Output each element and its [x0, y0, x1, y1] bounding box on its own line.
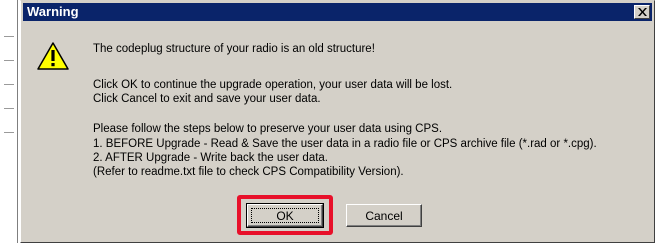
warning-triangle-icon [37, 42, 69, 70]
ok-button[interactable]: OK [246, 203, 324, 228]
background-line [4, 108, 14, 109]
message-line: 2. AFTER Upgrade - Write back the user d… [93, 152, 329, 164]
background-line [4, 84, 14, 85]
cancel-button[interactable]: Cancel [346, 204, 422, 227]
cancel-button-label: Cancel [365, 208, 403, 223]
message-line: The codeplug structure of your radio is … [93, 43, 375, 55]
message-line: 1. BEFORE Upgrade - Read & Save the user… [93, 138, 597, 150]
message-line: (Refer to readme.txt file to check CPS C… [93, 166, 404, 178]
warning-dialog: Warning The codeplug structure of your r… [20, 0, 655, 243]
ok-button-label: OK [276, 208, 294, 223]
background-line [4, 132, 14, 133]
message-line: Click Cancel to exit and save your user … [93, 93, 321, 105]
close-button[interactable] [634, 5, 650, 19]
close-icon [638, 8, 647, 16]
background-window-edge [0, 0, 18, 243]
background-line [4, 60, 14, 61]
background-line [4, 36, 14, 37]
dialog-titlebar[interactable]: Warning [23, 3, 652, 21]
message-line: Please follow the steps below to preserv… [93, 123, 443, 135]
dialog-title: Warning [27, 4, 79, 19]
message-line: Click OK to continue the upgrade operati… [93, 79, 453, 91]
